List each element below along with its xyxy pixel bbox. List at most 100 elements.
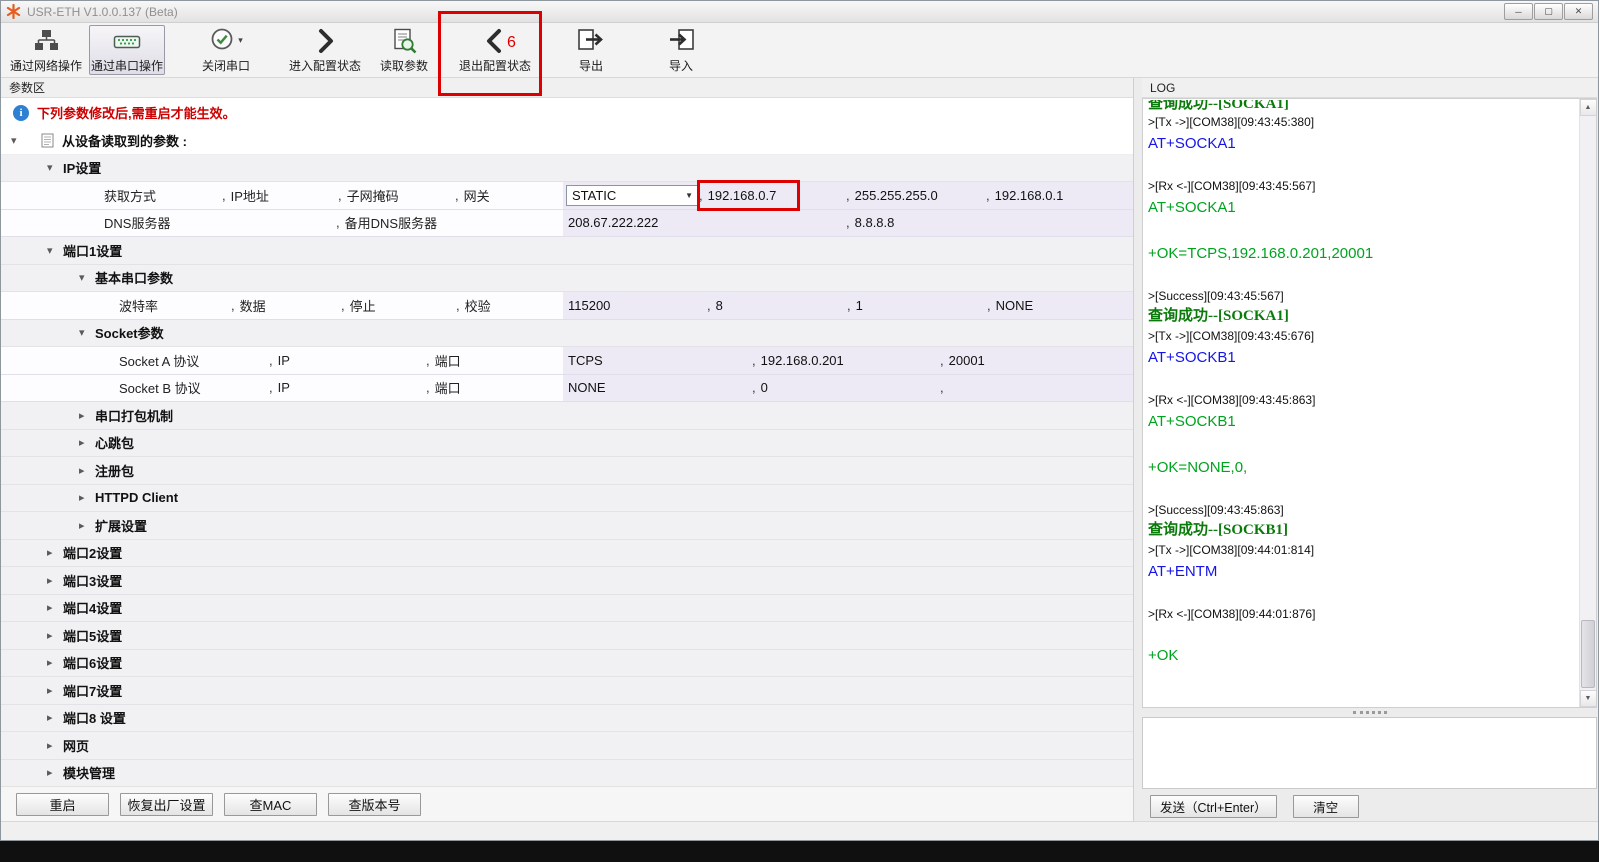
chevron-left-icon xyxy=(483,27,507,55)
chevron-right-icon xyxy=(313,27,337,55)
expand-arrow-icon[interactable]: ▸ xyxy=(47,656,63,669)
expand-arrow-icon[interactable]: ▸ xyxy=(47,546,63,559)
ip-address-value[interactable]: ,192.168.0.7 xyxy=(699,188,846,203)
toolbar-button-label: 读取参数 xyxy=(380,57,428,74)
tree-section-serial-basic[interactable]: ▾ 基本串口参数 xyxy=(1,265,1133,293)
dns-value[interactable]: 208.67.222.222 xyxy=(563,215,846,230)
check-mac-button[interactable]: 查MAC xyxy=(224,793,317,816)
toolbar-export-button[interactable]: 导出 xyxy=(561,25,621,75)
tree-section-collapsed[interactable]: ▸端口7设置 xyxy=(1,677,1133,705)
toolbar-enter-config-button[interactable]: 进入配置状态 xyxy=(283,25,367,75)
titlebar: USR-ETH V1.0.0.137 (Beta) ─ ▢ ✕ xyxy=(1,1,1598,23)
tree-root-row[interactable]: ▾ 从设备读取到的参数 : xyxy=(1,127,1133,155)
toolbar-exit-config-button[interactable]: 退出配置状态 xyxy=(445,25,545,75)
expand-arrow-icon[interactable]: ▾ xyxy=(11,134,27,147)
param-button-row: 重启 恢复出厂设置 查MAC 查版本号 xyxy=(1,786,1133,821)
label-dns: DNS服务器 xyxy=(104,213,336,232)
data-bits-value[interactable]: ,8 xyxy=(707,298,847,313)
tree-section-collapsed[interactable]: ▸HTTPD Client xyxy=(1,485,1133,513)
ip-method-select[interactable]: STATIC▼ xyxy=(566,185,699,206)
toolbar-serial-operate-button[interactable]: 通过串口操作 xyxy=(89,25,165,75)
document-icon xyxy=(41,133,54,148)
tree-section-collapsed[interactable]: ▸心跳包 xyxy=(1,430,1133,458)
expand-arrow-icon[interactable]: ▸ xyxy=(47,739,63,752)
serial-port-icon xyxy=(113,27,141,55)
log-input-splitter[interactable] xyxy=(1142,708,1597,717)
tree-section-collapsed[interactable]: ▸端口2设置 xyxy=(1,540,1133,568)
expand-arrow-icon[interactable]: ▾ xyxy=(79,271,95,284)
parameter-panel: 参数区 i 下列参数修改后,需重启才能生效。 ▾ 从设备读取到的参数 : ▾ I… xyxy=(1,78,1134,821)
expand-arrow-icon[interactable]: ▸ xyxy=(79,409,95,422)
label-acquire-method: 获取方式 xyxy=(104,186,222,205)
tree-section-collapsed[interactable]: ▸网页 xyxy=(1,732,1133,760)
socket-b-protocol-value[interactable]: NONE xyxy=(563,380,752,395)
minimize-button[interactable]: ─ xyxy=(1504,3,1533,20)
subnet-mask-value[interactable]: ,255.255.255.0 xyxy=(846,188,986,203)
tree-section-collapsed[interactable]: ▸注册包 xyxy=(1,457,1133,485)
section-title: 端口4设置 xyxy=(63,598,122,617)
dns-backup-value[interactable]: ,8.8.8.8 xyxy=(846,215,894,230)
log-line xyxy=(1148,623,1579,643)
expand-arrow-icon[interactable]: ▸ xyxy=(47,711,63,724)
chevron-down-icon[interactable]: ▾ xyxy=(238,35,243,46)
expand-arrow-icon[interactable]: ▸ xyxy=(47,766,63,779)
label-gateway: ,网关 xyxy=(455,186,490,205)
expand-arrow-icon[interactable]: ▸ xyxy=(79,519,95,532)
import-icon xyxy=(667,27,695,55)
expand-arrow-icon[interactable]: ▸ xyxy=(47,574,63,587)
expand-arrow-icon[interactable]: ▸ xyxy=(79,491,95,504)
maximize-button[interactable]: ▢ xyxy=(1534,3,1563,20)
expand-arrow-icon[interactable]: ▸ xyxy=(47,684,63,697)
log-line: AT+ENTM xyxy=(1148,559,1579,585)
scrollbar-thumb[interactable] xyxy=(1581,620,1595,688)
baud-rate-value[interactable]: 115200 xyxy=(563,298,707,313)
clear-button[interactable]: 清空 xyxy=(1293,795,1359,818)
tree-section-collapsed[interactable]: ▸端口5设置 xyxy=(1,622,1133,650)
tree-section-port1[interactable]: ▾ 端口1设置 xyxy=(1,237,1133,265)
socket-a-protocol-value[interactable]: TCPS xyxy=(563,353,752,368)
ip-config-row: 获取方式 ,IP地址 ,子网掩码 ,网关 STATIC▼ ,192.168.0.… xyxy=(1,182,1133,210)
send-button[interactable]: 发送（Ctrl+Enter） xyxy=(1150,795,1277,818)
log-scrollbar[interactable]: ▲ ▼ xyxy=(1579,99,1596,707)
toolbar-read-params-button[interactable]: 读取参数 xyxy=(369,25,439,75)
log-line xyxy=(1148,585,1579,605)
socket-a-port-value[interactable]: ,20001 xyxy=(940,353,985,368)
tree-section-collapsed[interactable]: ▸模块管理 xyxy=(1,760,1133,787)
close-button[interactable]: ✕ xyxy=(1564,3,1593,20)
tree-section-collapsed[interactable]: ▸端口6设置 xyxy=(1,650,1133,678)
expand-arrow-icon[interactable]: ▾ xyxy=(79,326,95,339)
expand-arrow-icon[interactable]: ▾ xyxy=(47,244,63,257)
top-collapsed-sections: ▸端口2设置▸端口3设置▸端口4设置▸端口5设置▸端口6设置▸端口7设置▸端口8… xyxy=(1,540,1133,787)
tree-section-collapsed[interactable]: ▸端口3设置 xyxy=(1,567,1133,595)
log-line: AT+SOCKA1 xyxy=(1148,131,1579,157)
socket-b-ip-value[interactable]: ,0 xyxy=(752,380,940,395)
tree-section-collapsed[interactable]: ▸串口打包机制 xyxy=(1,402,1133,430)
tree-section-collapsed[interactable]: ▸端口4设置 xyxy=(1,595,1133,623)
expand-arrow-icon[interactable]: ▸ xyxy=(79,436,95,449)
expand-arrow-icon[interactable]: ▾ xyxy=(47,161,63,174)
panel-splitter[interactable] xyxy=(1134,78,1142,821)
socket-a-ip-value[interactable]: ,192.168.0.201 xyxy=(752,353,940,368)
section-title: 注册包 xyxy=(95,461,134,480)
socket-b-port-value[interactable]: , xyxy=(940,380,949,395)
parity-value[interactable]: ,NONE xyxy=(987,298,1033,313)
restart-button[interactable]: 重启 xyxy=(16,793,109,816)
stop-bits-value[interactable]: ,1 xyxy=(847,298,987,313)
check-version-button[interactable]: 查版本号 xyxy=(328,793,421,816)
toolbar-network-operate-button[interactable]: 通过网络操作 xyxy=(7,25,85,75)
tree-section-socket[interactable]: ▾ Socket参数 xyxy=(1,320,1133,348)
log-send-input[interactable] xyxy=(1142,717,1597,789)
log-line: 查询成功--[SOCKA1] xyxy=(1148,100,1579,113)
scroll-up-icon[interactable]: ▲ xyxy=(1580,99,1597,116)
toolbar-import-button[interactable]: 导入 xyxy=(651,25,711,75)
tree-section-collapsed[interactable]: ▸端口8 设置 xyxy=(1,705,1133,733)
expand-arrow-icon[interactable]: ▸ xyxy=(47,629,63,642)
scroll-down-icon[interactable]: ▼ xyxy=(1580,690,1597,707)
toolbar-close-serial-button[interactable]: ▾ 关闭串口 xyxy=(183,25,269,75)
tree-section-collapsed[interactable]: ▸扩展设置 xyxy=(1,512,1133,540)
expand-arrow-icon[interactable]: ▸ xyxy=(47,601,63,614)
expand-arrow-icon[interactable]: ▸ xyxy=(79,464,95,477)
factory-reset-button[interactable]: 恢复出厂设置 xyxy=(120,793,213,816)
gateway-value[interactable]: ,192.168.0.1 xyxy=(986,188,1063,203)
tree-section-ip[interactable]: ▾ IP设置 xyxy=(1,155,1133,183)
